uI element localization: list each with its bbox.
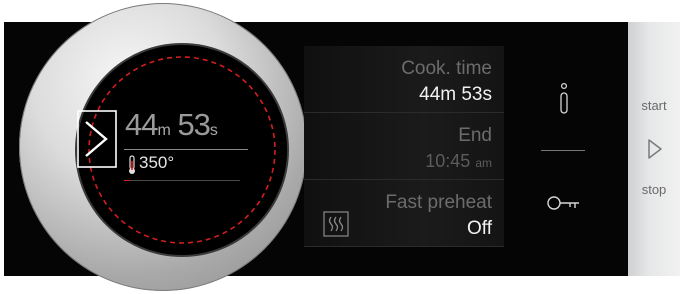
cook-time-value: 44m 53s [419, 84, 492, 105]
stop-label: stop [641, 182, 667, 197]
dial-timer: 44m 53s [125, 107, 218, 143]
dial-minutes: 44 [125, 107, 158, 142]
temperature-progress [124, 180, 130, 181]
dial-divider [124, 149, 248, 150]
dial-seconds: 53 [177, 107, 210, 142]
temperature-track [124, 180, 240, 181]
key-icon[interactable] [546, 194, 582, 212]
row-cook-time[interactable]: Cook. time 44m 53s [304, 46, 504, 113]
end-time-unit: am [475, 156, 492, 170]
dial-temperature: 350° [139, 153, 175, 172]
start-label: start [641, 98, 667, 113]
info-icon[interactable] [556, 82, 572, 116]
play-icon[interactable] [77, 110, 117, 168]
start-stop-strip[interactable]: start stop [628, 22, 680, 276]
end-value: 10:45 am [425, 151, 492, 172]
fast-preheat-title: Fast preheat [385, 192, 492, 213]
control-knob[interactable] [19, 3, 307, 291]
side-divider [541, 150, 585, 151]
start-stop-icon[interactable] [647, 138, 663, 160]
cook-time-title: Cook. time [401, 58, 492, 79]
thermometer-icon [129, 155, 135, 174]
end-time: 10:45 [425, 151, 471, 171]
row-end[interactable]: End 10:45 am [304, 113, 504, 180]
fast-preheat-value: Off [467, 218, 492, 239]
fast-preheat-icon [323, 211, 349, 237]
end-title: End [458, 125, 492, 146]
row-fast-preheat[interactable]: Fast preheat Off [304, 180, 504, 247]
dial-seconds-unit: s [209, 122, 218, 139]
dial-minutes-unit: m [157, 122, 170, 139]
